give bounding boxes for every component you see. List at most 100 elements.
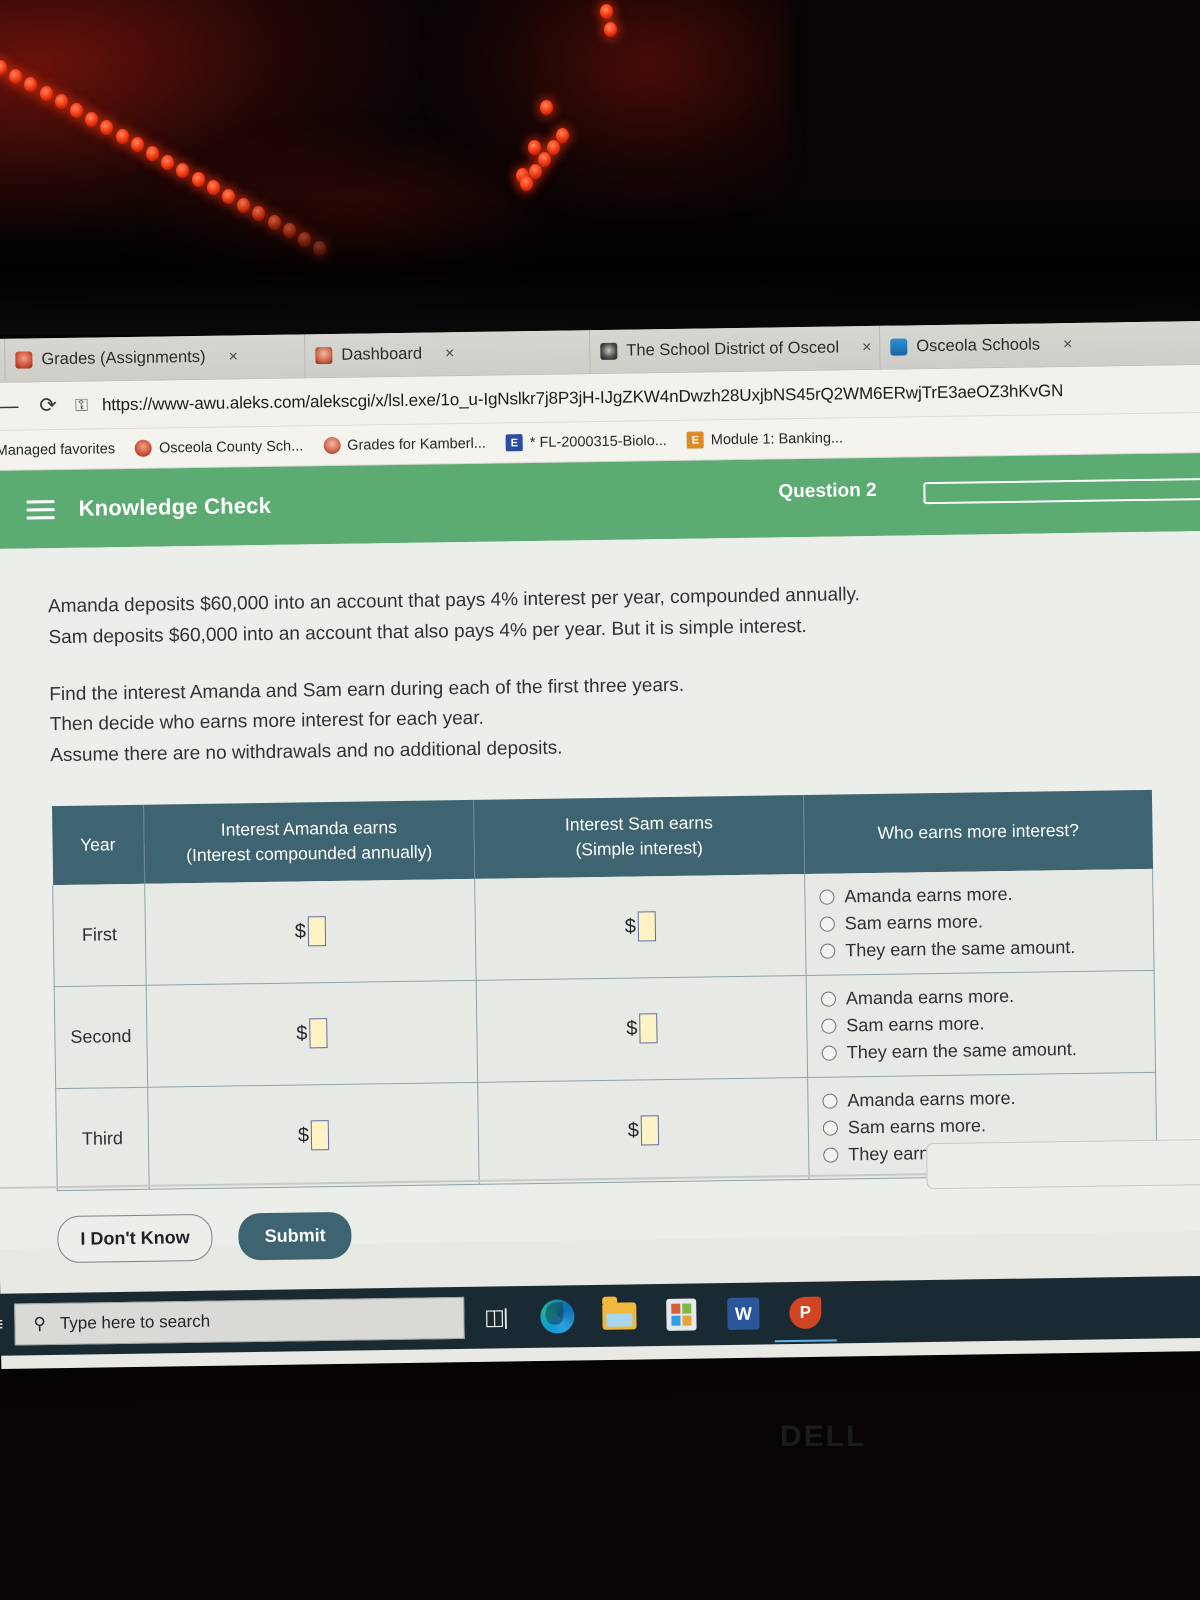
radio-icon[interactable] xyxy=(822,1093,838,1109)
radio-label: They earn the same amount. xyxy=(845,936,1076,960)
led-light xyxy=(556,128,569,143)
browser-tab-osceola-schools[interactable]: Osceola Schools × xyxy=(878,320,1180,370)
favorite-osceola-county[interactable]: Osceola County Sch... xyxy=(129,437,309,457)
close-icon[interactable]: × xyxy=(228,348,238,366)
money-group: $ xyxy=(625,911,657,942)
money-group: $ xyxy=(626,1013,658,1044)
currency-symbol: $ xyxy=(626,1017,638,1040)
browser-tab-school-district[interactable]: The School District of Osceol × xyxy=(588,325,880,374)
tab-title: Grades (Assignments) xyxy=(41,347,206,369)
favorite-grades-kamberl[interactable]: Grades for Kamberl... xyxy=(317,435,492,455)
table-row: First $ $ Amanda earns more. Sam earns m… xyxy=(52,868,1155,987)
led-light xyxy=(520,176,533,191)
hamburger-icon[interactable] xyxy=(26,499,55,520)
browser-tab-dashboard[interactable]: Dashboard × xyxy=(304,329,590,378)
sam-interest-input-second[interactable] xyxy=(639,1013,658,1044)
radio-label: Sam earns more. xyxy=(844,910,984,933)
close-icon[interactable]: × xyxy=(1063,335,1073,353)
amanda-interest-input-third[interactable] xyxy=(310,1120,330,1151)
led-light xyxy=(547,140,560,155)
led-light xyxy=(529,164,542,179)
dell-logo: DELL xyxy=(780,1420,867,1453)
close-icon[interactable]: × xyxy=(862,338,872,356)
search-input[interactable]: ⚲ Type here to search xyxy=(14,1296,465,1346)
action-buttons: I Don't Know Submit xyxy=(57,1211,353,1264)
sam-interest-input-first[interactable] xyxy=(637,911,657,942)
money-group: $ xyxy=(627,1115,660,1146)
radio-icon[interactable] xyxy=(821,1045,837,1061)
led-light xyxy=(54,94,68,110)
radio-option-same-second[interactable]: They earn the same amount. xyxy=(816,1035,1147,1067)
cell-amanda-input[interactable]: $ xyxy=(144,878,477,985)
radio-icon[interactable] xyxy=(820,943,836,959)
column-header-amanda: Interest Amanda earns (Interest compound… xyxy=(143,799,475,884)
column-header-sam-line2: (Simple interest) xyxy=(575,837,704,860)
cell-who-options: Amanda earns more. Sam earns more. They … xyxy=(804,868,1155,976)
back-icon[interactable]: — xyxy=(0,394,21,418)
cell-year: Second xyxy=(54,984,148,1089)
table-row: Second $ $ Amanda earns more. Sam earns … xyxy=(54,969,1156,1089)
laptop-screen: ] Grades (Assignments) × Dashboard × The… xyxy=(0,320,1200,1369)
favorite-label: * FL-2000315-Biolo... xyxy=(529,432,667,451)
radio-option-same-first[interactable]: They earn the same amount. xyxy=(814,933,1145,965)
led-light xyxy=(538,152,551,167)
submit-button[interactable]: Submit xyxy=(238,1211,353,1261)
radio-icon[interactable] xyxy=(823,1147,839,1163)
windows-start-icon[interactable]: ≡ xyxy=(0,1313,11,1336)
radio-label: Sam earns more. xyxy=(846,1012,985,1035)
search-placeholder: Type here to search xyxy=(59,1311,211,1333)
powerpoint-icon[interactable]: P xyxy=(774,1281,837,1344)
tab-title: Dashboard xyxy=(341,344,423,364)
task-view-icon[interactable]: ◫| xyxy=(464,1286,527,1349)
sam-interest-input-third[interactable] xyxy=(640,1115,660,1146)
active-app-indicator xyxy=(774,1339,837,1343)
led-light xyxy=(206,180,220,196)
screen-bezel-shadow xyxy=(0,195,1200,335)
led-light xyxy=(85,111,99,127)
cell-sam-input[interactable]: $ xyxy=(474,873,807,980)
led-light xyxy=(528,140,541,155)
radio-label: Amanda earns more. xyxy=(845,985,1015,1008)
favorite-fl-biology[interactable]: E * FL-2000315-Biolo... xyxy=(500,432,673,452)
dont-know-button[interactable]: I Don't Know xyxy=(57,1213,214,1264)
page-title: Knowledge Check xyxy=(78,492,272,521)
cell-sam-input[interactable]: $ xyxy=(477,1077,810,1184)
amanda-interest-input-second[interactable] xyxy=(309,1018,328,1049)
led-light xyxy=(161,154,175,170)
currency-symbol: $ xyxy=(627,1119,640,1142)
interest-comparison-table: Year Interest Amanda earns (Interest com… xyxy=(51,789,1158,1191)
cell-year: First xyxy=(52,883,147,987)
cell-amanda-input[interactable]: $ xyxy=(147,1081,480,1189)
microsoft-store-icon[interactable] xyxy=(650,1283,713,1346)
currency-symbol: $ xyxy=(297,1123,310,1147)
canvas-icon xyxy=(134,439,153,457)
url-text[interactable]: https://www-awu.aleks.com/alekscgi/x/lsl… xyxy=(102,381,1064,415)
favorite-label: Osceola County Sch... xyxy=(158,437,304,457)
led-light xyxy=(70,103,83,118)
radio-icon[interactable] xyxy=(820,991,837,1007)
browser-tab-grades[interactable]: Grades (Assignments) × xyxy=(4,333,305,383)
column-header-who: Who earns more interest? xyxy=(803,789,1153,874)
secondary-panel-box xyxy=(926,1138,1200,1190)
radio-label: Amanda earns more. xyxy=(847,1087,1016,1110)
radio-icon[interactable] xyxy=(819,889,835,905)
led-light xyxy=(9,68,23,84)
led-light xyxy=(115,128,129,144)
radio-icon[interactable] xyxy=(822,1120,838,1136)
word-icon[interactable]: W xyxy=(712,1282,775,1345)
radio-icon[interactable] xyxy=(819,916,835,932)
money-group: $ xyxy=(295,916,327,947)
column-header-sam: Interest Sam earns (Simple interest) xyxy=(473,794,805,879)
edge-icon[interactable] xyxy=(526,1285,589,1348)
amanda-interest-input-first[interactable] xyxy=(307,916,327,947)
close-icon[interactable]: × xyxy=(445,345,455,363)
cell-sam-input[interactable]: $ xyxy=(476,975,808,1082)
question-number-label: Question 2 xyxy=(778,479,877,503)
led-light xyxy=(130,137,144,153)
led-light xyxy=(146,146,159,161)
reload-icon[interactable]: ⟳ xyxy=(35,393,61,418)
cell-amanda-input[interactable]: $ xyxy=(146,979,478,1087)
favorite-module-banking[interactable]: E Module 1: Banking... xyxy=(681,429,849,449)
radio-icon[interactable] xyxy=(821,1018,837,1034)
file-explorer-icon[interactable] xyxy=(588,1284,651,1347)
